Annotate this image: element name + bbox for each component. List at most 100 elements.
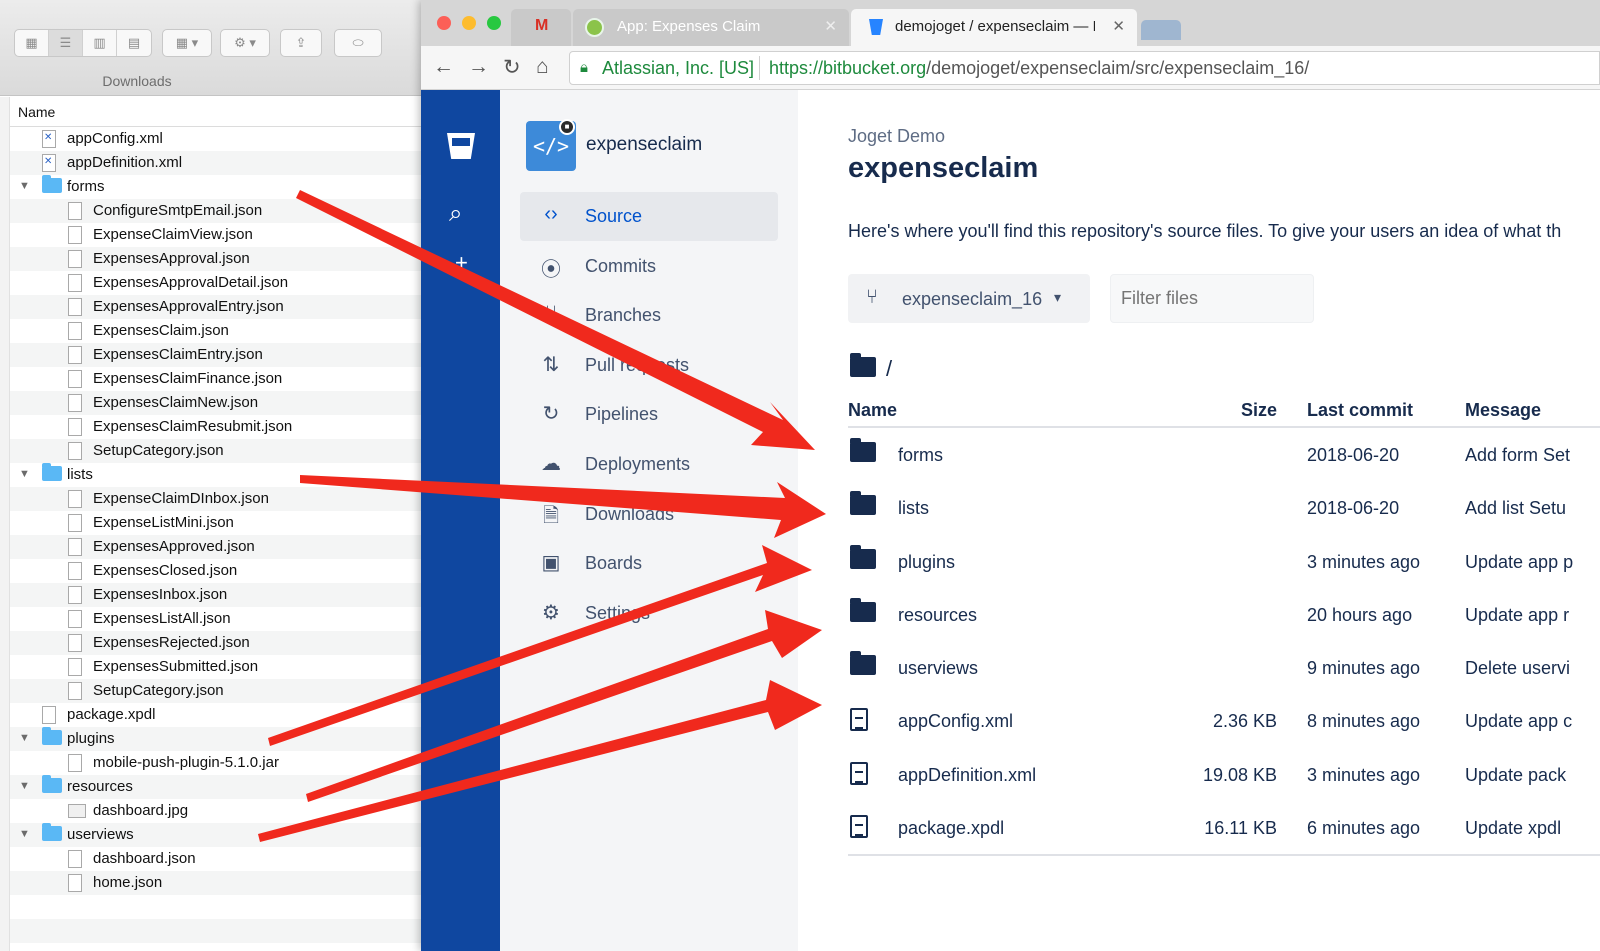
url-bar[interactable]: 🔒︎ Atlassian, Inc. [US] https://bitbucke…: [569, 51, 1600, 85]
file-row[interactable]: ConfigureSmtpEmail.json: [10, 199, 440, 223]
table-row[interactable]: resources 20 hours ago Update app r: [848, 588, 1600, 641]
search-icon[interactable]: ⌕: [449, 200, 462, 228]
tag-button[interactable]: ⬭: [334, 29, 382, 57]
list-view-icon[interactable]: ☰: [49, 30, 83, 56]
path-breadcrumb[interactable]: /: [886, 356, 892, 382]
file-row[interactable]: ExpensesApproval.json: [10, 247, 440, 271]
file-name-link[interactable]: lists: [898, 498, 929, 519]
file-row[interactable]: home.json: [10, 871, 440, 895]
file-name-link[interactable]: appDefinition.xml: [898, 765, 1036, 786]
file-row[interactable]: ExpensesInbox.json: [10, 583, 440, 607]
table-row[interactable]: forms 2018-06-20 Add form Set: [848, 428, 1600, 481]
filter-files-input[interactable]: [1110, 274, 1314, 323]
file-row[interactable]: ExpensesApprovalEntry.json: [10, 295, 440, 319]
file-name-link[interactable]: resources: [898, 605, 977, 626]
url-text[interactable]: https://bitbucket.org/demojoget/expensec…: [769, 58, 1309, 79]
file-row[interactable]: ExpensesApproved.json: [10, 535, 440, 559]
file-row[interactable]: ExpensesClaimNew.json: [10, 391, 440, 415]
file-row[interactable]: appDefinition.xml: [10, 151, 440, 175]
file-row[interactable]: SetupCategory.json: [10, 439, 440, 463]
tab-gmail[interactable]: M: [511, 9, 571, 46]
tab-bitbucket[interactable]: demojoget / expenseclaim — B ✕: [851, 9, 1137, 46]
commit-message[interactable]: Update app c: [1465, 711, 1572, 732]
sidebar-item-commits[interactable]: ⦿ Commits: [520, 242, 778, 291]
commit-message[interactable]: Update xpdl: [1465, 818, 1561, 839]
table-row[interactable]: appDefinition.xml 19.08 KB 3 minutes ago Up…: [848, 748, 1600, 801]
file-row[interactable]: ExpensesSubmitted.json: [10, 655, 440, 679]
action-button[interactable]: ⚙ ▾: [220, 29, 270, 57]
branch-selector[interactable]: ⑂ expenseclaim_16 ▾: [848, 274, 1090, 323]
file-row[interactable]: ExpensesApprovalDetail.json: [10, 271, 440, 295]
minimize-window-button[interactable]: [462, 16, 476, 30]
share-button[interactable]: ⇪: [280, 29, 322, 57]
file-row[interactable]: package.xpdl: [10, 703, 440, 727]
file-row[interactable]: ExpenseListMini.json: [10, 511, 440, 535]
finder-column-header[interactable]: Name: [10, 97, 440, 127]
file-row[interactable]: dashboard.jpg: [10, 799, 440, 823]
close-tab-icon[interactable]: ✕: [824, 17, 837, 35]
table-row[interactable]: appConfig.xml 2.36 KB 8 minutes ago Update …: [848, 694, 1600, 747]
create-icon[interactable]: +: [455, 250, 468, 276]
close-tab-icon[interactable]: ✕: [1112, 17, 1125, 35]
file-name-link[interactable]: plugins: [898, 552, 955, 573]
file-row[interactable]: ExpensesClaim.json: [10, 319, 440, 343]
sidebar-item-boards[interactable]: ▣ Boards: [520, 539, 778, 588]
file-name-link[interactable]: userviews: [898, 658, 978, 679]
commit-message[interactable]: Update app r: [1465, 605, 1569, 626]
file-row[interactable]: dashboard.json: [10, 847, 440, 871]
file-row[interactable]: ExpensesClosed.json: [10, 559, 440, 583]
file-name-link[interactable]: package.xpdl: [898, 818, 1004, 839]
folder-row[interactable]: ▼ resources: [10, 775, 440, 799]
disclosure-triangle-icon[interactable]: ▼: [19, 732, 30, 744]
breadcrumb-owner[interactable]: Joget Demo: [848, 126, 945, 147]
icon-view-icon[interactable]: ▦: [15, 30, 49, 56]
zoom-window-button[interactable]: [487, 16, 501, 30]
file-row[interactable]: ExpensesRejected.json: [10, 631, 440, 655]
file-row[interactable]: ExpensesClaimFinance.json: [10, 367, 440, 391]
folder-row[interactable]: ▼ lists: [10, 463, 440, 487]
sidebar-item-deployments[interactable]: ☁ Deployments: [520, 440, 778, 489]
reload-icon[interactable]: ↻: [503, 55, 521, 80]
table-row[interactable]: userviews 9 minutes ago Delete uservi: [848, 641, 1600, 694]
file-row[interactable]: ExpensesClaimResubmit.json: [10, 415, 440, 439]
table-row[interactable]: plugins 3 minutes ago Update app p: [848, 535, 1600, 588]
sidebar-item-pull-requests[interactable]: ⇅ Pull requests: [520, 341, 778, 390]
disclosure-triangle-icon[interactable]: ▼: [19, 468, 30, 480]
file-row[interactable]: mobile-push-plugin-5.1.0.jar: [10, 751, 440, 775]
file-row[interactable]: SetupCategory.json: [10, 679, 440, 703]
disclosure-triangle-icon[interactable]: ▼: [19, 828, 30, 840]
commit-message[interactable]: Delete uservi: [1465, 658, 1570, 679]
file-row[interactable]: ExpenseClaimDInbox.json: [10, 487, 440, 511]
name-column-header[interactable]: Name: [18, 104, 55, 120]
bitbucket-logo-icon[interactable]: [447, 133, 475, 159]
repo-name[interactable]: expenseclaim: [586, 134, 702, 156]
disclosure-triangle-icon[interactable]: ▼: [19, 780, 30, 792]
file-row[interactable]: ExpensesListAll.json: [10, 607, 440, 631]
column-view-icon[interactable]: ▥: [83, 30, 117, 56]
gallery-view-icon[interactable]: ▤: [117, 30, 151, 56]
sidebar-item-pipelines[interactable]: ↻ Pipelines: [520, 390, 778, 439]
commit-message[interactable]: Add list Setu: [1465, 498, 1566, 519]
home-icon[interactable]: ⌂: [536, 55, 549, 79]
sidebar-item-settings[interactable]: ⚙ Settings: [520, 589, 778, 638]
file-row[interactable]: ExpenseClaimView.json: [10, 223, 440, 247]
file-name-link[interactable]: forms: [898, 445, 943, 466]
sidebar-item-downloads[interactable]: 🗎︎ Downloads: [520, 490, 778, 539]
close-window-button[interactable]: [437, 16, 451, 30]
commit-message[interactable]: Update pack: [1465, 765, 1566, 786]
site-identity[interactable]: Atlassian, Inc. [US]: [602, 58, 754, 79]
folder-row[interactable]: ▼ forms: [10, 175, 440, 199]
forward-icon[interactable]: →: [468, 55, 489, 79]
commit-message[interactable]: Add form Set: [1465, 445, 1570, 466]
sidebar-item-branches[interactable]: ⑂ Branches: [520, 291, 778, 340]
table-row[interactable]: lists 2018-06-20 Add list Setu: [848, 481, 1600, 534]
back-icon[interactable]: ←: [433, 55, 454, 79]
folder-row[interactable]: ▼ userviews: [10, 823, 440, 847]
tab-expenses-claim-app[interactable]: App: Expenses Claim ✕: [573, 9, 849, 46]
file-name-link[interactable]: appConfig.xml: [898, 711, 1013, 732]
disclosure-triangle-icon[interactable]: ▼: [19, 180, 30, 192]
file-row[interactable]: ExpensesClaimEntry.json: [10, 343, 440, 367]
arrange-button[interactable]: ▦ ▾: [162, 29, 212, 57]
folder-row[interactable]: ▼ plugins: [10, 727, 440, 751]
new-tab-button[interactable]: [1141, 20, 1181, 40]
